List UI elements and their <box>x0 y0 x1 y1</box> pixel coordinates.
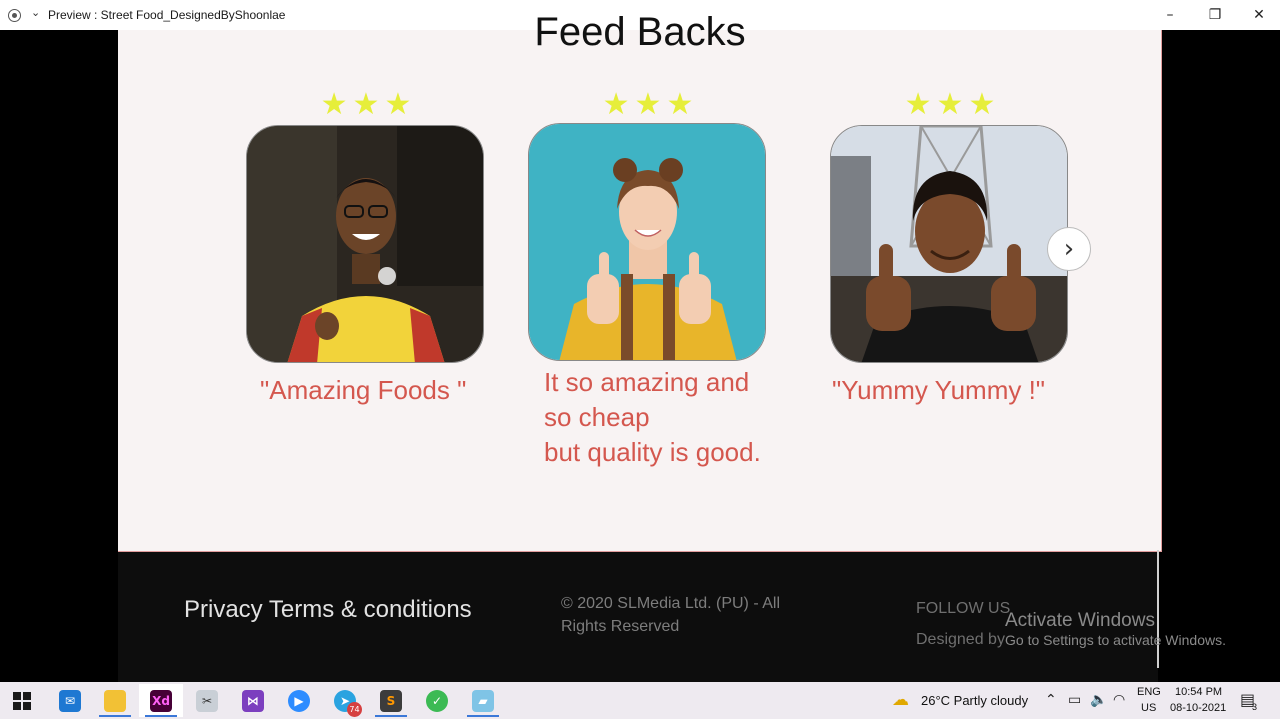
chevron-down-icon[interactable]: ⌄ <box>31 6 40 19</box>
privacy-terms-link[interactable]: Privacy Terms & conditions <box>184 596 472 624</box>
notification-count: 3 <box>1252 702 1258 712</box>
star-icon: ★ <box>602 87 630 122</box>
volume-icon[interactable]: 🔈 <box>1090 692 1107 708</box>
weather-icon[interactable]: ☁ <box>892 690 909 710</box>
customer-photo <box>830 125 1068 363</box>
preview-stage: Feed Backs ★ ★ ★ "Amazing Foods " ★ ★ ★ … <box>0 10 1280 682</box>
taskbar-telegram[interactable]: ➤ 74 <box>323 684 367 717</box>
taskbar-sublime-text[interactable]: S <box>369 684 413 717</box>
unread-badge: 74 <box>347 702 362 717</box>
maximize-button[interactable]: ❐ <box>1192 0 1238 30</box>
taskbar: ✉ Xd ✂ ⋈ ▶ ➤ 74 S ✓ ▰ ☁ 26°C Partly clou… <box>0 682 1280 719</box>
taskbar-vpn[interactable]: ✓ <box>415 684 459 717</box>
star-icon: ★ <box>666 87 694 122</box>
taskbar-mail[interactable]: ✉ <box>48 684 92 717</box>
weather-text[interactable]: 26°C Partly cloudy <box>921 693 1028 708</box>
wifi-icon[interactable]: ◠ <box>1113 692 1125 708</box>
taskbar-zoom[interactable]: ▶ <box>277 684 321 717</box>
star-icon: ★ <box>634 87 662 122</box>
chevron-up-icon[interactable]: ⌃ <box>1045 692 1057 708</box>
activate-windows-title: Activate Windows <box>1005 610 1155 631</box>
sublime-text-icon: S <box>380 689 402 712</box>
clock-date[interactable]: 08-10-2021 <box>1170 702 1226 714</box>
star-icon: ★ <box>352 87 380 122</box>
visual-studio-icon: ⋈ <box>242 689 264 712</box>
taskbar-paint[interactable]: ▰ <box>461 684 505 717</box>
divider <box>1157 550 1159 668</box>
zoom-icon: ▶ <box>288 689 310 712</box>
feedback-quote: It so amazing and so cheap but quality i… <box>544 367 761 467</box>
windows-logo-icon <box>13 691 31 710</box>
star-icon: ★ <box>320 87 348 122</box>
snipping-tool-icon: ✂ <box>196 689 218 712</box>
star-icon: ★ <box>904 87 932 122</box>
customer-photo <box>246 125 484 363</box>
star-icon: ★ <box>936 87 964 122</box>
star-rating: ★ ★ ★ <box>830 90 1070 120</box>
taskbar-file-explorer[interactable] <box>93 684 137 717</box>
footer: Privacy Terms & conditions © 2020 SLMedi… <box>118 550 1159 682</box>
designed-by-label: Designed by <box>916 631 1005 648</box>
file-explorer-icon <box>104 689 126 712</box>
activate-windows-subtitle: Go to Settings to activate Windows. <box>1005 632 1226 648</box>
mail-icon: ✉ <box>59 689 81 712</box>
customer-photo <box>528 123 766 361</box>
star-icon: ★ <box>384 87 412 122</box>
feedback-quote: "Amazing Foods " <box>260 375 467 405</box>
record-icon[interactable] <box>8 9 21 22</box>
section-title: Feed Backs <box>534 10 746 54</box>
close-button[interactable]: ✕ <box>1236 0 1280 30</box>
paint-icon: ▰ <box>472 689 494 712</box>
feedback-section: Feed Backs ★ ★ ★ "Amazing Foods " ★ ★ ★ … <box>118 10 1162 552</box>
start-button[interactable] <box>0 684 44 717</box>
clock-time[interactable]: 10:54 PM <box>1175 686 1222 698</box>
language-label[interactable]: ENG <box>1137 686 1161 698</box>
battery-icon[interactable]: ▭ <box>1068 692 1081 708</box>
adobe-xd-icon: Xd <box>150 689 172 712</box>
follow-us-label: FOLLOW US <box>916 600 1011 617</box>
vpn-icon: ✓ <box>426 689 448 712</box>
feedback-quote: "Yummy Yummy !" <box>832 375 1046 405</box>
star-rating: ★ ★ ★ <box>246 90 486 120</box>
star-icon: ★ <box>968 87 996 122</box>
taskbar-snipping-tool[interactable]: ✂ <box>185 684 229 717</box>
region-label[interactable]: US <box>1141 702 1156 714</box>
star-rating: ★ ★ ★ <box>528 90 768 120</box>
taskbar-adobe-xd[interactable]: Xd <box>139 684 183 717</box>
copyright-text: © 2020 SLMedia Ltd. (PU) - All Rights Re… <box>561 595 780 635</box>
next-arrow-button[interactable]: › <box>1047 227 1091 271</box>
taskbar-visual-studio[interactable]: ⋈ <box>231 684 275 717</box>
